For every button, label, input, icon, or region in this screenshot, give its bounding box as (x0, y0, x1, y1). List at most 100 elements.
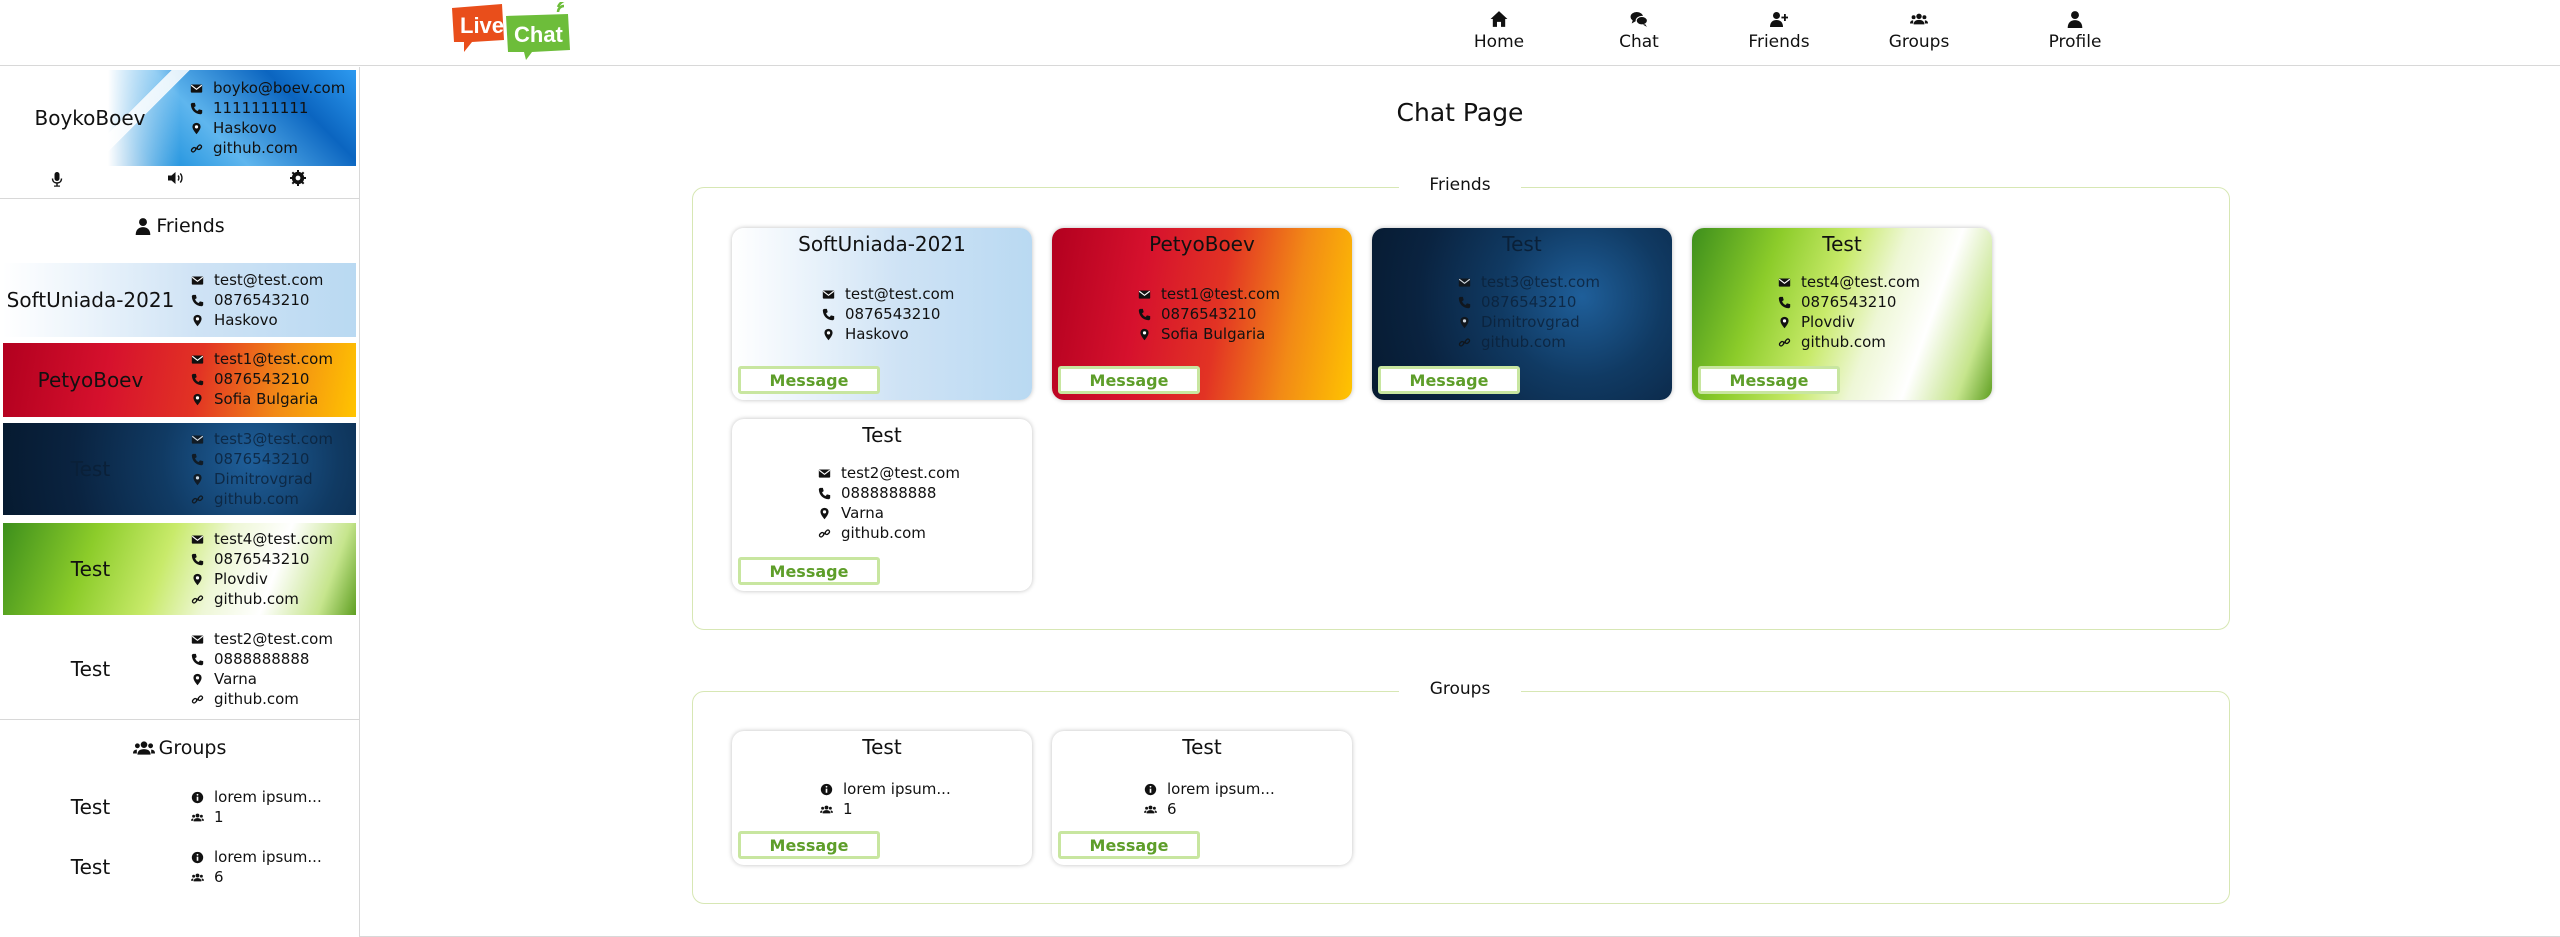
info-icon (191, 791, 204, 804)
nav-profile-label: Profile (2048, 32, 2102, 52)
sidebar-friend-item[interactable]: Test test2@test.com 0888888888 Varna git… (3, 623, 356, 715)
friend-card-phone: 0888888888 (841, 484, 937, 502)
location-icon (818, 507, 831, 520)
nav-home[interactable]: Home (1444, 10, 1554, 56)
friend-card-location: Dimitrovgrad (1481, 313, 1580, 331)
link-icon (190, 142, 203, 155)
friend-info: test@test.com 0876543210 Haskovo (191, 270, 323, 330)
message-button[interactable]: Message (1378, 366, 1520, 394)
friend-card-phone: 0876543210 (1481, 293, 1577, 311)
page-title: Chat Page (1396, 98, 1524, 127)
top-navbar: Live Chat Home Chat Friends Groups Profi… (0, 0, 2560, 66)
nav-home-label: Home (1473, 32, 1525, 52)
sidebar-friend-item[interactable]: Test test3@test.com 0876543210 Dimitrovg… (3, 423, 356, 515)
livechat-logo[interactable]: Live Chat (450, 0, 580, 62)
link-icon (191, 693, 204, 706)
friend-link: github.com (214, 590, 299, 608)
message-button[interactable]: Message (1058, 366, 1200, 394)
sidebar-friend-item[interactable]: Test test4@test.com 0876543210 Plovdiv g… (3, 523, 356, 615)
friend-card: Test test3@test.com 0876543210 Dimitrovg… (1372, 228, 1672, 400)
profile-info: boyko@boev.com 1111111111 Haskovo github… (190, 78, 345, 158)
message-button[interactable]: Message (738, 366, 880, 394)
friend-phone: 0876543210 (214, 291, 310, 309)
group-card-members: 1 (843, 800, 853, 818)
friend-name: SoftUniada-2021 (6, 288, 175, 312)
profile-link[interactable]: github.com (213, 138, 298, 158)
friend-card: Test test4@test.com 0876543210 Plovdiv g… (1692, 228, 1992, 400)
friend-card-info: test1@test.com 0876543210 Sofia Bulgaria (1138, 284, 1280, 344)
friend-card-location: Sofia Bulgaria (1161, 325, 1266, 343)
friend-card-info: test4@test.com 0876543210 Plovdiv github… (1778, 272, 1920, 352)
group-card-name: Test (1182, 735, 1222, 759)
friend-info: test3@test.com 0876543210 Dimitrovgrad g… (191, 429, 333, 509)
gear-icon[interactable] (290, 170, 306, 186)
sidebar-group-item[interactable]: Test lorem ipsum... 1 (3, 779, 356, 835)
friend-link: github.com (214, 690, 299, 708)
location-icon (191, 473, 204, 486)
friend-card-phone: 0876543210 (1801, 293, 1897, 311)
sidebar-group-item[interactable]: Test lorem ipsum... 6 (3, 839, 356, 895)
info-icon (1144, 783, 1157, 796)
friend-card-phone: 0876543210 (1161, 305, 1257, 323)
phone-icon (191, 453, 204, 466)
location-icon (191, 393, 204, 406)
message-button[interactable]: Message (1698, 366, 1840, 394)
friend-email: test3@test.com (214, 430, 333, 448)
user-icon (134, 217, 152, 235)
friend-card-email: test3@test.com (1481, 273, 1600, 291)
nav-chat[interactable]: Chat (1584, 10, 1694, 56)
friends-section-label: Friends (1399, 175, 1521, 195)
phone-icon (190, 102, 203, 115)
link-icon (1458, 336, 1471, 349)
nav-profile[interactable]: Profile (2020, 10, 2130, 56)
chat-icon (1630, 10, 1648, 28)
home-icon (1490, 10, 1508, 28)
groups-icon (133, 739, 155, 757)
link-icon (818, 527, 831, 540)
envelope-icon (191, 633, 204, 646)
friend-name: Test (70, 557, 111, 581)
sidebar-friend-item[interactable]: SoftUniada-2021 test@test.com 0876543210… (3, 263, 356, 337)
message-button[interactable]: Message (738, 557, 880, 585)
friend-card-email: test4@test.com (1801, 273, 1920, 291)
members-icon (820, 803, 833, 816)
friend-info: test4@test.com 0876543210 Plovdiv github… (191, 529, 333, 609)
phone-icon (818, 487, 831, 500)
group-name: Test (70, 795, 111, 819)
message-button[interactable]: Message (1058, 831, 1200, 859)
location-icon (1138, 328, 1151, 341)
friend-card-email: test2@test.com (841, 464, 960, 482)
envelope-icon (191, 433, 204, 446)
group-card-name: Test (862, 735, 902, 759)
phone-icon (191, 653, 204, 666)
groups-icon (1910, 10, 1928, 28)
profile-card[interactable]: BoykoBoev boyko@boev.com 1111111111 Hask… (0, 70, 356, 166)
friend-card: SoftUniada-2021 test@test.com 0876543210… (732, 228, 1032, 400)
friend-name: Test (70, 457, 111, 481)
user-icon (2066, 10, 2084, 28)
phone-icon (822, 308, 835, 321)
friend-card: Test test2@test.com 0888888888 Varna git… (732, 419, 1032, 591)
message-button[interactable]: Message (738, 831, 880, 859)
sidebar-friends-heading: Friends (0, 215, 359, 237)
logo-text-chat: Chat (514, 22, 564, 47)
group-card: Test lorem ipsum... 6 Message (1052, 731, 1352, 865)
audio-controls (0, 170, 356, 192)
friend-location: Dimitrovgrad (214, 470, 313, 488)
friend-name: PetyoBoev (37, 368, 144, 392)
microphone-icon[interactable] (49, 170, 65, 188)
nav-friends[interactable]: Friends (1724, 10, 1834, 56)
friend-card-name: PetyoBoev (1149, 232, 1255, 256)
group-card-info: lorem ipsum... 6 (1144, 779, 1275, 819)
profile-location: Haskovo (213, 119, 277, 137)
profile-phone: 1111111111 (213, 99, 309, 117)
friend-location: Sofia Bulgaria (214, 390, 319, 408)
volume-icon[interactable] (167, 170, 185, 186)
sidebar-friend-item[interactable]: PetyoBoev test1@test.com 0876543210 Sofi… (3, 343, 356, 417)
nav-groups[interactable]: Groups (1864, 10, 1974, 56)
friend-card-location: Plovdiv (1801, 313, 1855, 331)
friend-card-link: github.com (841, 524, 926, 542)
friend-card: PetyoBoev test1@test.com 0876543210 Sofi… (1052, 228, 1352, 400)
nav-friends-label: Friends (1748, 32, 1810, 52)
friend-email: test1@test.com (214, 350, 333, 368)
